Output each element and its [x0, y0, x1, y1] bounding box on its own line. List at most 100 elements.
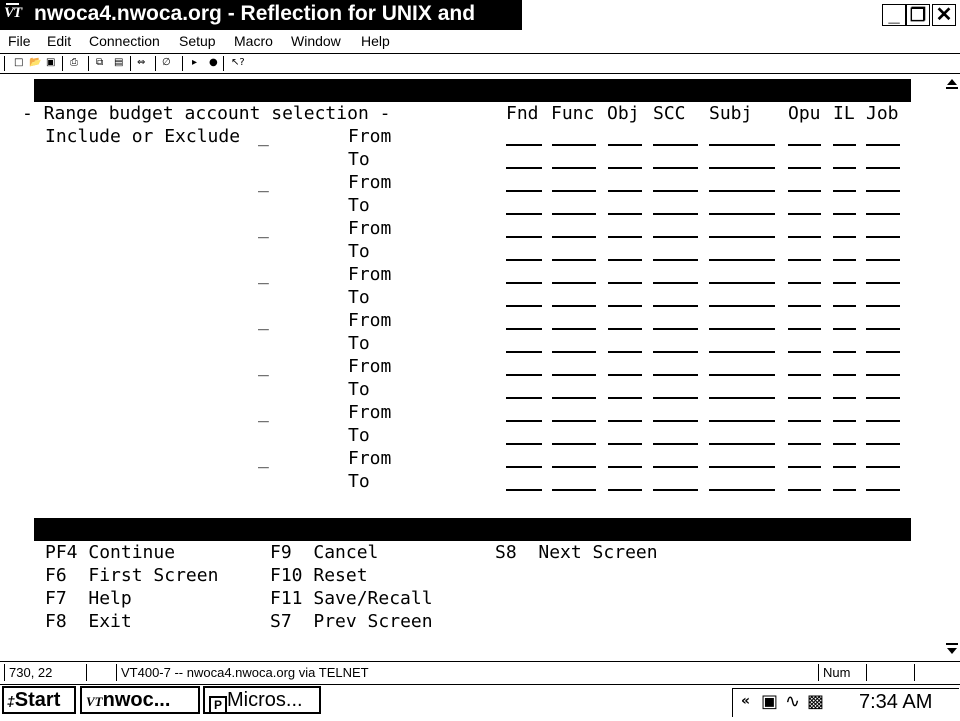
task-microsoft[interactable]: P Micros... [203, 686, 321, 714]
from-job-field[interactable] [866, 282, 900, 284]
from-il-field[interactable] [833, 466, 856, 468]
to-opu-field[interactable] [788, 351, 821, 353]
from-subj-field[interactable] [709, 190, 775, 192]
to-scc-field[interactable] [653, 167, 698, 169]
to-subj-field[interactable] [709, 213, 775, 215]
app-icon[interactable]: VT [4, 3, 22, 22]
from-subj-field[interactable] [709, 282, 775, 284]
to-job-field[interactable] [866, 213, 900, 215]
to-job-field[interactable] [866, 489, 900, 491]
to-func-field[interactable] [552, 443, 596, 445]
to-subj-field[interactable] [709, 351, 775, 353]
from-job-field[interactable] [866, 420, 900, 422]
to-fnd-field[interactable] [506, 167, 542, 169]
from-opu-field[interactable] [788, 236, 821, 238]
menu-file[interactable]: File [8, 33, 31, 49]
from-il-field[interactable] [833, 144, 856, 146]
from-subj-field[interactable] [709, 420, 775, 422]
from-opu-field[interactable] [788, 466, 821, 468]
to-subj-field[interactable] [709, 259, 775, 261]
from-opu-field[interactable] [788, 328, 821, 330]
from-subj-field[interactable] [709, 328, 775, 330]
include-exclude-input[interactable]: _ [258, 355, 269, 378]
to-job-field[interactable] [866, 443, 900, 445]
to-fnd-field[interactable] [506, 259, 542, 261]
from-subj-field[interactable] [709, 144, 775, 146]
from-fnd-field[interactable] [506, 144, 542, 146]
to-obj-field[interactable] [608, 489, 642, 491]
from-func-field[interactable] [552, 328, 596, 330]
transfer-icon[interactable]: ⇔ [137, 57, 145, 69]
from-opu-field[interactable] [788, 420, 821, 422]
from-il-field[interactable] [833, 282, 856, 284]
to-subj-field[interactable] [709, 443, 775, 445]
from-obj-field[interactable] [608, 374, 642, 376]
to-subj-field[interactable] [709, 397, 775, 399]
record-icon[interactable]: ● [209, 57, 218, 69]
from-scc-field[interactable] [653, 190, 698, 192]
from-opu-field[interactable] [788, 282, 821, 284]
to-func-field[interactable] [552, 305, 596, 307]
new-icon[interactable]: □ [14, 57, 23, 69]
key-f9[interactable]: F9 Cancel [270, 541, 378, 564]
to-opu-field[interactable] [788, 259, 821, 261]
copy-icon[interactable]: ⧉ [96, 57, 103, 69]
to-func-field[interactable] [552, 259, 596, 261]
to-il-field[interactable] [833, 305, 856, 307]
from-scc-field[interactable] [653, 236, 698, 238]
to-scc-field[interactable] [653, 443, 698, 445]
to-il-field[interactable] [833, 213, 856, 215]
to-obj-field[interactable] [608, 397, 642, 399]
from-obj-field[interactable] [608, 190, 642, 192]
from-opu-field[interactable] [788, 374, 821, 376]
from-obj-field[interactable] [608, 236, 642, 238]
macro-icon[interactable]: ∅ [162, 57, 171, 69]
computer-icon[interactable]: ▩ [807, 691, 824, 712]
from-job-field[interactable] [866, 374, 900, 376]
to-obj-field[interactable] [608, 213, 642, 215]
clock[interactable]: 7:34 AM [859, 691, 932, 714]
to-job-field[interactable] [866, 351, 900, 353]
to-il-field[interactable] [833, 351, 856, 353]
minimize-button[interactable]: _ [882, 4, 906, 26]
include-exclude-input[interactable]: _ [258, 125, 269, 148]
to-fnd-field[interactable] [506, 397, 542, 399]
to-obj-field[interactable] [608, 443, 642, 445]
from-il-field[interactable] [833, 374, 856, 376]
to-opu-field[interactable] [788, 443, 821, 445]
paste-icon[interactable]: ▤ [114, 57, 123, 69]
menu-macro[interactable]: Macro [234, 33, 273, 49]
to-func-field[interactable] [552, 213, 596, 215]
to-job-field[interactable] [866, 305, 900, 307]
to-opu-field[interactable] [788, 213, 821, 215]
key-pf4[interactable]: PF4 Continue [45, 541, 175, 564]
from-func-field[interactable] [552, 144, 596, 146]
from-opu-field[interactable] [788, 190, 821, 192]
from-scc-field[interactable] [653, 374, 698, 376]
from-scc-field[interactable] [653, 282, 698, 284]
include-exclude-input[interactable]: _ [258, 171, 269, 194]
from-fnd-field[interactable] [506, 190, 542, 192]
to-job-field[interactable] [866, 397, 900, 399]
menu-window[interactable]: Window [291, 33, 341, 49]
print-icon[interactable]: ⎙ [70, 57, 78, 69]
from-il-field[interactable] [833, 190, 856, 192]
to-fnd-field[interactable] [506, 305, 542, 307]
from-job-field[interactable] [866, 466, 900, 468]
to-scc-field[interactable] [653, 259, 698, 261]
from-func-field[interactable] [552, 374, 596, 376]
to-opu-field[interactable] [788, 489, 821, 491]
from-func-field[interactable] [552, 282, 596, 284]
to-obj-field[interactable] [608, 351, 642, 353]
to-opu-field[interactable] [788, 305, 821, 307]
to-obj-field[interactable] [608, 259, 642, 261]
from-func-field[interactable] [552, 236, 596, 238]
from-scc-field[interactable] [653, 144, 698, 146]
to-il-field[interactable] [833, 489, 856, 491]
to-func-field[interactable] [552, 397, 596, 399]
key-s7[interactable]: S7 Prev Screen [270, 610, 433, 633]
menu-setup[interactable]: Setup [179, 33, 216, 49]
from-func-field[interactable] [552, 420, 596, 422]
menu-help[interactable]: Help [361, 33, 390, 49]
from-il-field[interactable] [833, 236, 856, 238]
